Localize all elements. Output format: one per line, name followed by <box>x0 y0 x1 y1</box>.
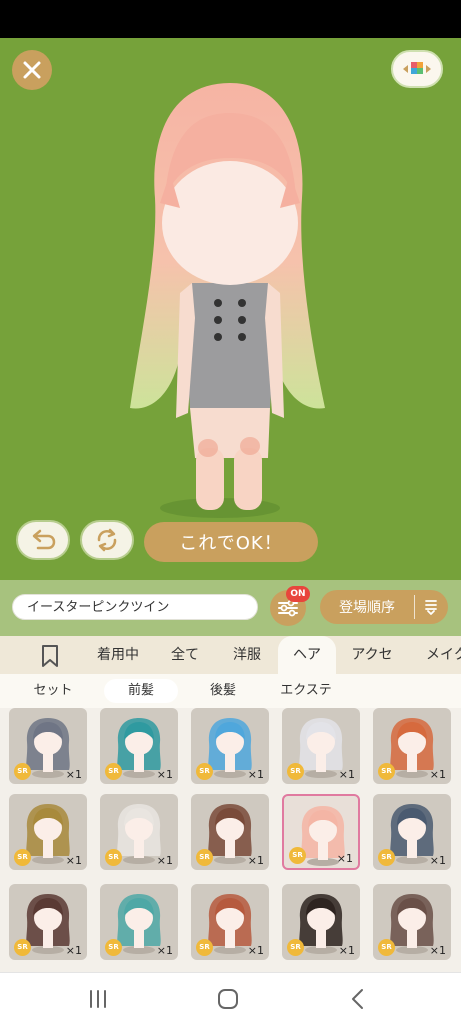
refresh-icon <box>97 528 117 552</box>
hair-item-card[interactable]: SR ×1 <box>100 884 178 960</box>
hair-item-card[interactable]: SR ×1 <box>191 794 269 870</box>
hair-item-card[interactable]: SR ×1 <box>282 794 360 870</box>
home-button[interactable] <box>208 983 248 1015</box>
item-name-field[interactable]: イースターピンクツイン <box>12 594 258 620</box>
refresh-button[interactable] <box>80 520 134 560</box>
tab-accessories[interactable]: アクセ <box>340 636 404 674</box>
rarity-badge: SR <box>287 763 304 780</box>
recent-apps-button[interactable] <box>78 983 118 1015</box>
undo-button[interactable] <box>16 520 70 560</box>
recent-apps-icon <box>90 990 106 1008</box>
rarity-badge: SR <box>378 849 395 866</box>
owned-count: ×1 <box>336 852 353 865</box>
rarity-badge: SR <box>378 939 395 956</box>
sort-order-icon[interactable] <box>415 598 447 616</box>
hair-item-card[interactable]: SR ×1 <box>282 708 360 784</box>
owned-count: ×1 <box>156 768 173 781</box>
close-icon <box>23 61 41 79</box>
owned-count: ×1 <box>156 854 173 867</box>
filter-on-badge: ON <box>286 586 310 602</box>
owned-count: ×1 <box>338 944 355 957</box>
hair-item-card[interactable]: SR ×1 <box>373 794 451 870</box>
subtab-extensions[interactable]: エクステ <box>266 679 346 703</box>
screen: これでOK！ イースターピンクツイン ON 登場順序 着用中 全て 洋服 ヘア … <box>0 0 461 1024</box>
rarity-badge: SR <box>378 763 395 780</box>
system-nav-bar <box>0 972 461 1024</box>
item-grid: SR ×1 SR ×1 SR ×1 SR ×1 SR ×1 SR ×1 SR ×1 SR ×1 SR ×1 SR ×1… <box>0 708 461 972</box>
owned-count: ×1 <box>65 768 82 781</box>
hair-item-card[interactable]: SR ×1 <box>373 884 451 960</box>
rarity-badge: SR <box>105 939 122 956</box>
home-icon <box>218 989 238 1009</box>
hair-item-card[interactable]: SR ×1 <box>191 708 269 784</box>
rarity-badge: SR <box>196 849 213 866</box>
confirm-ok-button[interactable]: これでOK！ <box>144 522 318 562</box>
back-button[interactable] <box>338 983 378 1015</box>
hair-item-card[interactable]: SR ×1 <box>191 884 269 960</box>
status-bar <box>0 0 461 38</box>
tab-wearing[interactable]: 着用中 <box>86 636 150 674</box>
tab-clothes[interactable]: 洋服 <box>220 636 274 674</box>
sort-label: 登場順序 <box>339 600 395 616</box>
rarity-badge: SR <box>14 763 31 780</box>
hair-item-card[interactable]: SR ×1 <box>282 884 360 960</box>
avatar-stage: これでOK！ <box>0 38 461 580</box>
subtab-back-hair[interactable]: 後髪 <box>186 679 260 703</box>
hair-item-card[interactable]: SR ×1 <box>9 794 87 870</box>
bookmark-icon <box>42 645 58 667</box>
owned-count: ×1 <box>65 944 82 957</box>
undo-icon <box>32 529 56 550</box>
color-palette-button[interactable] <box>391 50 443 88</box>
avatar-figure <box>130 83 325 518</box>
hair-item-card[interactable]: SR ×1 <box>100 708 178 784</box>
hair-subtab-bar: セット 前髪 後髪 エクステ <box>0 674 461 708</box>
owned-count: ×1 <box>429 944 446 957</box>
tab-makeup[interactable]: メイク <box>412 636 461 674</box>
rarity-badge: SR <box>196 939 213 956</box>
category-tab-bar: 着用中 全て 洋服 ヘア アクセ メイク <box>0 636 461 674</box>
owned-count: ×1 <box>247 854 264 867</box>
search-row: イースターピンクツイン ON 登場順序 <box>0 580 461 636</box>
subtab-bangs[interactable]: 前髪 <box>104 679 178 703</box>
subtab-set[interactable]: セット <box>16 679 90 703</box>
hair-item-card[interactable]: SR ×1 <box>9 884 87 960</box>
close-button[interactable] <box>12 50 52 90</box>
rarity-badge: SR <box>287 939 304 956</box>
rarity-badge: SR <box>196 763 213 780</box>
owned-count: ×1 <box>156 944 173 957</box>
tab-hair[interactable]: ヘア <box>278 636 336 674</box>
hair-item-card[interactable]: SR ×1 <box>100 794 178 870</box>
rarity-badge: SR <box>105 763 122 780</box>
owned-count: ×1 <box>247 944 264 957</box>
rarity-badge: SR <box>289 847 306 864</box>
bookmark-tab[interactable] <box>38 644 62 668</box>
color-palette-icon <box>403 62 431 74</box>
tab-all[interactable]: 全て <box>160 636 210 674</box>
back-icon <box>352 989 363 1009</box>
owned-count: ×1 <box>338 768 355 781</box>
owned-count: ×1 <box>429 768 446 781</box>
rarity-badge: SR <box>14 939 31 956</box>
sort-button[interactable]: 登場順序 <box>320 590 448 624</box>
owned-count: ×1 <box>65 854 82 867</box>
hair-item-card[interactable]: SR ×1 <box>9 708 87 784</box>
owned-count: ×1 <box>247 768 264 781</box>
rarity-badge: SR <box>105 849 122 866</box>
owned-count: ×1 <box>429 854 446 867</box>
hair-item-card[interactable]: SR ×1 <box>373 708 451 784</box>
rarity-badge: SR <box>14 849 31 866</box>
